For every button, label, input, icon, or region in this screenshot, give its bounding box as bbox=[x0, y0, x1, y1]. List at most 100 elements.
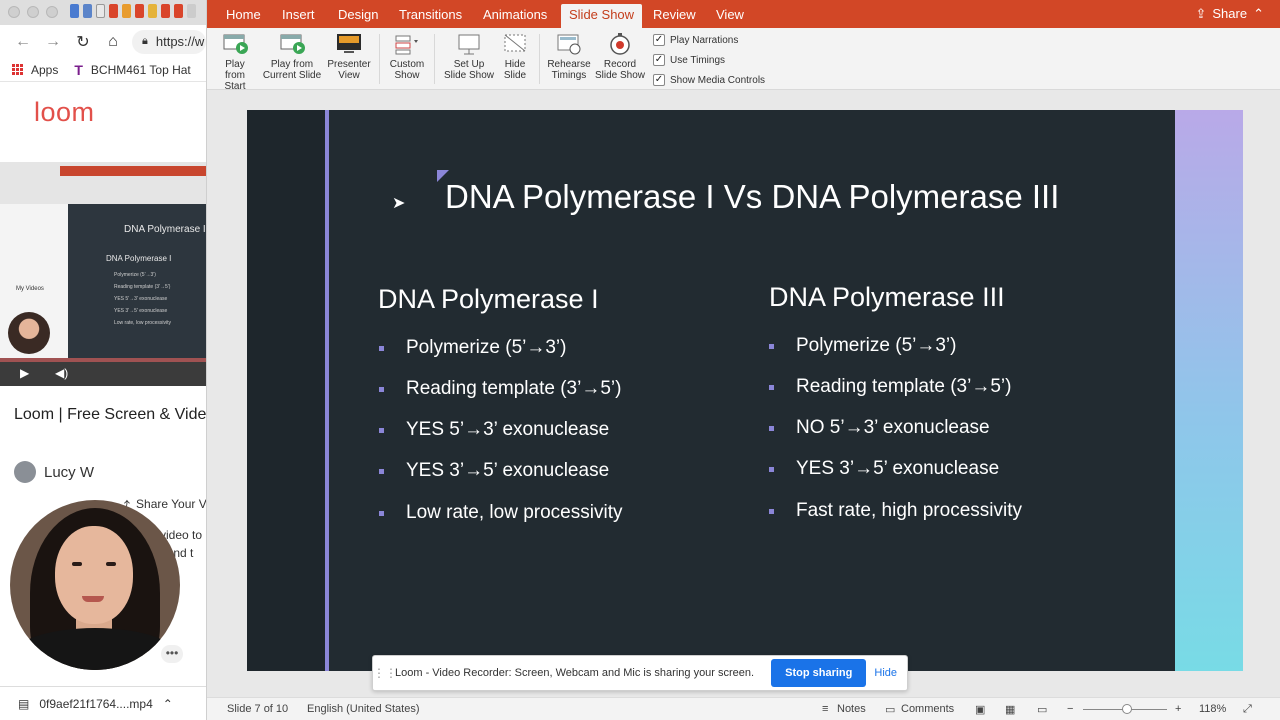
thumb-slide: DNA Polymerase I DNA Polymerase I Polyme… bbox=[68, 204, 206, 362]
ribbon-label: View bbox=[338, 70, 360, 81]
thumb-line: Reading template (3'→5') bbox=[114, 284, 171, 290]
play-icon[interactable]: ▶ bbox=[20, 366, 29, 380]
minimize-window-button[interactable] bbox=[27, 6, 39, 18]
thumb-toolbar bbox=[0, 162, 206, 204]
powerpoint-window: Home Insert Design Transitions Animation… bbox=[207, 0, 1280, 720]
chevron-up-icon: ⌃ bbox=[1253, 6, 1264, 21]
bookmarks-bar: Apps T BCHM461 Top Hat bbox=[0, 58, 206, 82]
address-bar[interactable]: 🔒︎ https://w bbox=[132, 29, 206, 54]
more-options-icon[interactable]: ••• bbox=[161, 645, 183, 663]
zoom-level[interactable]: 118% bbox=[1199, 703, 1226, 715]
tab-animations[interactable]: Animations bbox=[483, 0, 547, 28]
fit-to-window-icon[interactable]: ⤢ bbox=[1243, 703, 1252, 716]
play-narrations-checkbox[interactable]: ✓ Play Narrations bbox=[653, 30, 765, 50]
custom-show-icon bbox=[394, 32, 420, 56]
notes-button[interactable]: Notes bbox=[837, 703, 866, 715]
tab-design[interactable]: Design bbox=[338, 0, 378, 28]
left-bullet[interactable]: Low rate, low processivity bbox=[379, 502, 622, 524]
hide-slide-button[interactable]: Hide Slide bbox=[499, 32, 531, 81]
loom-logo[interactable]: loom bbox=[34, 97, 95, 128]
tab-transitions[interactable]: Transitions bbox=[399, 0, 462, 28]
tab-favicons[interactable] bbox=[70, 4, 196, 18]
play-from-start-icon bbox=[222, 32, 248, 56]
sharing-message: Loom - Video Recorder: Screen, Webcam an… bbox=[395, 667, 755, 679]
video-player[interactable]: My Videos DNA Polymerase I DNA Polymeras… bbox=[0, 162, 206, 386]
checkmark-icon: ✓ bbox=[653, 74, 665, 86]
right-column-heading[interactable]: DNA Polymerase III bbox=[769, 282, 1005, 313]
share-button[interactable]: ⇪ Share ⌃ bbox=[1195, 0, 1264, 28]
comments-button[interactable]: Comments bbox=[901, 703, 954, 715]
slide-accent-rule bbox=[325, 110, 329, 671]
zoom-out-icon[interactable]: − bbox=[1067, 703, 1073, 715]
slide-sorter-icon[interactable]: ▦ bbox=[1005, 703, 1015, 716]
right-bullet[interactable]: NO 5’→3’ exonuclease bbox=[769, 417, 990, 439]
use-timings-checkbox[interactable]: ✓ Use Timings bbox=[653, 50, 765, 70]
chevron-up-icon[interactable]: ⌃ bbox=[163, 697, 173, 711]
drag-handle-icon[interactable]: ⋮⋮ bbox=[373, 666, 397, 680]
set-up-slide-show-button[interactable]: Set Up Slide Show bbox=[441, 32, 497, 81]
thumb-sidebar-label: My Videos bbox=[16, 286, 44, 292]
author[interactable]: Lucy W bbox=[14, 461, 94, 483]
maximize-window-button[interactable] bbox=[46, 6, 58, 18]
tab-home[interactable]: Home bbox=[226, 0, 261, 28]
thumb-line: Low rate, low processivity bbox=[114, 320, 171, 326]
reload-icon[interactable]: ↻ bbox=[68, 32, 98, 52]
right-bullet[interactable]: Reading template (3’→5’) bbox=[769, 376, 1011, 398]
ribbon-label: Play from bbox=[270, 59, 314, 70]
reading-view-icon[interactable]: ▭ bbox=[1037, 703, 1047, 716]
left-bullet[interactable]: Reading template (3’→5’) bbox=[379, 378, 621, 400]
bookmark-apps[interactable]: Apps bbox=[31, 63, 58, 77]
webcam-bubble[interactable] bbox=[10, 500, 180, 670]
forward-icon[interactable]: → bbox=[38, 33, 68, 51]
play-from-current-button[interactable]: Play from Current Slide bbox=[261, 32, 323, 81]
download-filename[interactable]: 0f9aef21f1764....mp4 bbox=[39, 697, 152, 711]
status-bar: Slide 7 of 10 English (United States) ≡ … bbox=[207, 697, 1280, 720]
apps-grid-icon[interactable] bbox=[12, 64, 23, 75]
rehearse-timings-button[interactable]: Rehearse Timings bbox=[547, 32, 591, 81]
ribbon-label: Slide Show bbox=[443, 70, 495, 81]
tab-slide-show[interactable]: Slide Show bbox=[561, 4, 643, 28]
language-indicator[interactable]: English (United States) bbox=[307, 703, 420, 715]
author-name: Lucy W bbox=[44, 463, 95, 481]
slide-canvas[interactable]: DNA Polymerase I Vs DNA Polymerase III ➤… bbox=[247, 110, 1243, 671]
right-bullet[interactable]: Fast rate, high processivity bbox=[769, 500, 1022, 522]
file-icon: ▤ bbox=[18, 696, 30, 711]
right-bullet[interactable]: Polymerize (5’→3’) bbox=[769, 335, 956, 357]
bookmark-tophat[interactable]: BCHM461 Top Hat bbox=[91, 63, 191, 77]
tab-review[interactable]: Review bbox=[653, 0, 696, 28]
show-media-controls-checkbox[interactable]: ✓ Show Media Controls bbox=[653, 70, 765, 90]
notes-icon: ≡ bbox=[822, 703, 829, 715]
close-window-button[interactable] bbox=[8, 6, 20, 18]
slide-left-band bbox=[247, 110, 325, 671]
left-bullet[interactable]: YES 5’→3’ exonuclease bbox=[379, 419, 609, 441]
record-slide-show-button[interactable]: Record Slide Show bbox=[594, 32, 646, 81]
custom-show-button[interactable]: Custom Show bbox=[387, 32, 427, 81]
left-column-heading[interactable]: DNA Polymerase I bbox=[378, 284, 599, 315]
slide-title[interactable]: DNA Polymerase I Vs DNA Polymerase III bbox=[445, 178, 1059, 216]
tophat-icon: T bbox=[74, 61, 83, 78]
browser-tabstrip bbox=[0, 0, 206, 25]
zoom-slider-thumb[interactable] bbox=[1122, 704, 1132, 714]
thumb-slide-heading: DNA Polymerase I bbox=[106, 254, 172, 263]
right-bullet[interactable]: YES 3’→5’ exonuclease bbox=[769, 458, 999, 480]
tab-insert[interactable]: Insert bbox=[282, 0, 315, 28]
stop-sharing-button[interactable]: Stop sharing bbox=[771, 659, 867, 687]
thumb-slide-title: DNA Polymerase I bbox=[124, 224, 206, 235]
presenter-view-button[interactable]: Presenter View bbox=[326, 32, 372, 81]
home-icon[interactable]: ⌂ bbox=[98, 33, 128, 51]
zoom-in-icon[interactable]: + bbox=[1175, 703, 1181, 715]
play-from-start-button[interactable]: Play from Start bbox=[214, 32, 256, 92]
left-bullet[interactable]: Polymerize (5’→3’) bbox=[379, 337, 566, 359]
tab-view[interactable]: View bbox=[716, 0, 744, 28]
play-from-current-icon bbox=[279, 32, 305, 56]
left-bullet[interactable]: YES 3’→5’ exonuclease bbox=[379, 460, 609, 482]
checkmark-icon: ✓ bbox=[653, 54, 665, 66]
set-up-slide-show-icon bbox=[456, 32, 482, 56]
checkbox-label: Show Media Controls bbox=[670, 74, 766, 86]
normal-view-icon[interactable]: ▣ bbox=[975, 703, 985, 716]
back-icon[interactable]: ← bbox=[8, 33, 38, 51]
hide-banner-button[interactable]: Hide bbox=[874, 667, 897, 679]
ribbon-label: Record bbox=[603, 59, 637, 70]
hide-slide-icon bbox=[502, 32, 528, 56]
volume-icon[interactable]: ◀) bbox=[55, 366, 68, 380]
